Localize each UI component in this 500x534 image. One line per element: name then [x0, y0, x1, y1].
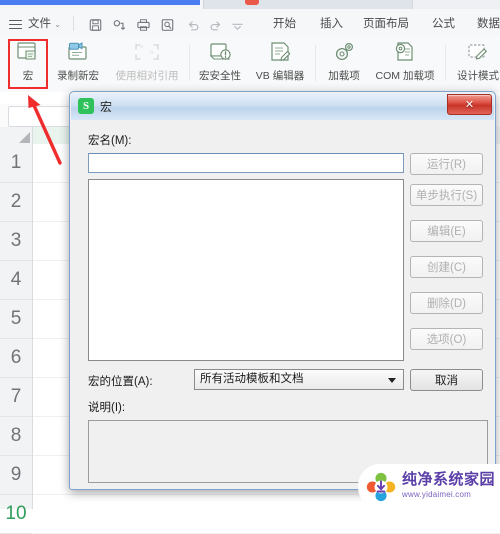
row-header-8[interactable]: 8: [0, 417, 32, 456]
column-header-selected[interactable]: [33, 127, 69, 144]
row-header-3[interactable]: 3: [0, 222, 32, 261]
ribbon-divider-3: [445, 45, 446, 81]
ribbon-com-addins[interactable]: COM 加载项: [369, 38, 441, 83]
row-header-2[interactable]: 2: [0, 183, 32, 222]
watermark-title: 纯净系统家园: [402, 471, 496, 488]
row-header-7[interactable]: 7: [0, 378, 32, 417]
tab-page-layout[interactable]: 页面布局: [363, 15, 409, 31]
relative-reference-icon: “”: [109, 38, 185, 66]
history-icon[interactable]: [112, 18, 127, 32]
ribbon-design-mode[interactable]: 设计模式: [451, 38, 500, 83]
print-preview-icon[interactable]: [160, 18, 175, 32]
print-icon[interactable]: [136, 18, 151, 32]
svg-text:”: ”: [150, 50, 154, 59]
menu-file-label: 文件: [28, 18, 51, 30]
cancel-button[interactable]: 取消: [410, 369, 483, 391]
customize-caret-icon[interactable]: [231, 21, 246, 35]
row-header-6[interactable]: 6: [0, 339, 32, 378]
com-addins-icon: [369, 38, 441, 66]
design-mode-icon: [451, 38, 500, 66]
ribbon-addins[interactable]: 加载项: [322, 38, 366, 83]
browser-tab-strip: [0, 0, 500, 9]
step-into-button[interactable]: 单步执行(S): [410, 184, 483, 206]
ribbon-relative-reference: “” 使用相对引用: [109, 38, 185, 83]
select-all-triangle-icon: [19, 132, 30, 143]
ribbon-design-mode-label: 设计模式: [457, 70, 499, 82]
delete-button[interactable]: 删除(D): [410, 292, 483, 314]
ribbon-addins-label: 加载项: [328, 70, 360, 82]
ribbon-record-macro-label: 录制新宏: [57, 70, 99, 82]
ribbon-toolbar: 宏 录制新宏 “” 使用相对引用 宏安全性 VB 编辑器 加载项 COM 加载项…: [0, 36, 500, 93]
options-button[interactable]: 选项(O): [410, 328, 483, 350]
save-icon[interactable]: [88, 18, 103, 32]
watermark-text: 纯净系统家园 www.yidaimei.com: [402, 471, 496, 500]
ribbon-relative-reference-label: 使用相对引用: [115, 70, 179, 82]
row-header-column: 1 2 3 4 5 6 7 8 9 10: [0, 144, 33, 534]
tab-home[interactable]: 开始: [273, 15, 296, 31]
addins-icon: [322, 38, 366, 66]
description-label: 说明(I):: [88, 402, 126, 414]
dialog-title-bar[interactable]: S 宏 ✕: [71, 93, 494, 121]
row-header-10[interactable]: 10: [0, 495, 32, 534]
select-all-corner[interactable]: [0, 127, 33, 144]
dialog-body: 宏名(M): 宏的位置(A): 所有活动模板和文档 说明(I): 运行(R) 单…: [71, 120, 494, 488]
ribbon-vb-editor-label: VB 编辑器: [255, 70, 305, 82]
menu-file[interactable]: 文件 ⌄: [28, 15, 61, 31]
ribbon-macro-security[interactable]: 宏安全性: [194, 38, 246, 83]
redo-icon[interactable]: [208, 18, 223, 32]
tab-accent-bar: [0, 0, 200, 5]
undo-icon[interactable]: [186, 18, 201, 32]
macro-list-box[interactable]: [88, 179, 404, 361]
menu-separator: [73, 16, 74, 31]
chevron-down-icon: ⌄: [54, 20, 61, 29]
row-header-9[interactable]: 9: [0, 456, 32, 495]
macro-icon: [10, 38, 46, 66]
macro-location-label: 宏的位置(A):: [88, 376, 153, 388]
ribbon-macro-security-label: 宏安全性: [199, 70, 241, 82]
macro-name-input[interactable]: [88, 153, 404, 173]
macro-location-select[interactable]: 所有活动模板和文档: [194, 369, 404, 390]
ribbon-com-addins-label: COM 加载项: [375, 70, 435, 82]
create-button[interactable]: 创建(C): [410, 256, 483, 278]
ribbon-macro[interactable]: 宏: [10, 38, 46, 83]
watermark-logo-icon: [366, 472, 396, 502]
vb-editor-icon: [249, 38, 311, 66]
watermark-url: www.yidaimei.com: [402, 490, 471, 499]
site-watermark: 纯净系统家园 www.yidaimei.com: [358, 464, 500, 509]
edit-button[interactable]: 编辑(E): [410, 220, 483, 242]
macro-dialog: S 宏 ✕ 宏名(M): 宏的位置(A): 所有活动模板和文档 说明(I): 运…: [69, 91, 496, 490]
svg-text:“: “: [140, 44, 144, 53]
ribbon-divider-1: [189, 45, 190, 81]
ribbon-vb-editor[interactable]: VB 编辑器: [249, 38, 311, 83]
ribbon-record-macro[interactable]: 录制新宏: [49, 38, 107, 83]
row-header-4[interactable]: 4: [0, 261, 32, 300]
hamburger-icon[interactable]: [9, 20, 22, 29]
tab-red-marker: [245, 0, 259, 5]
close-icon[interactable]: ✕: [447, 94, 492, 115]
chevron-down-icon: [388, 378, 396, 383]
row-header-5[interactable]: 5: [0, 300, 32, 339]
run-button[interactable]: 运行(R): [410, 153, 483, 175]
record-macro-icon: [49, 38, 107, 66]
ribbon-divider-2: [315, 45, 316, 81]
ribbon-macro-label: 宏: [22, 70, 34, 82]
wps-app-icon: S: [78, 98, 94, 114]
tab-data[interactable]: 数据: [477, 15, 500, 31]
tab-formula[interactable]: 公式: [432, 15, 455, 31]
menu-bar: 文件 ⌄ 开始 插入 页面布局 公式 数据: [0, 9, 500, 36]
tab-insert[interactable]: 插入: [320, 15, 343, 31]
macro-security-icon: [194, 38, 246, 66]
macro-name-label: 宏名(M):: [88, 135, 132, 147]
dialog-title: 宏: [100, 100, 113, 114]
macro-location-value: 所有活动模板和文档: [200, 373, 304, 385]
tab-right-segment: [412, 0, 500, 9]
row-header-1[interactable]: 1: [0, 144, 32, 183]
